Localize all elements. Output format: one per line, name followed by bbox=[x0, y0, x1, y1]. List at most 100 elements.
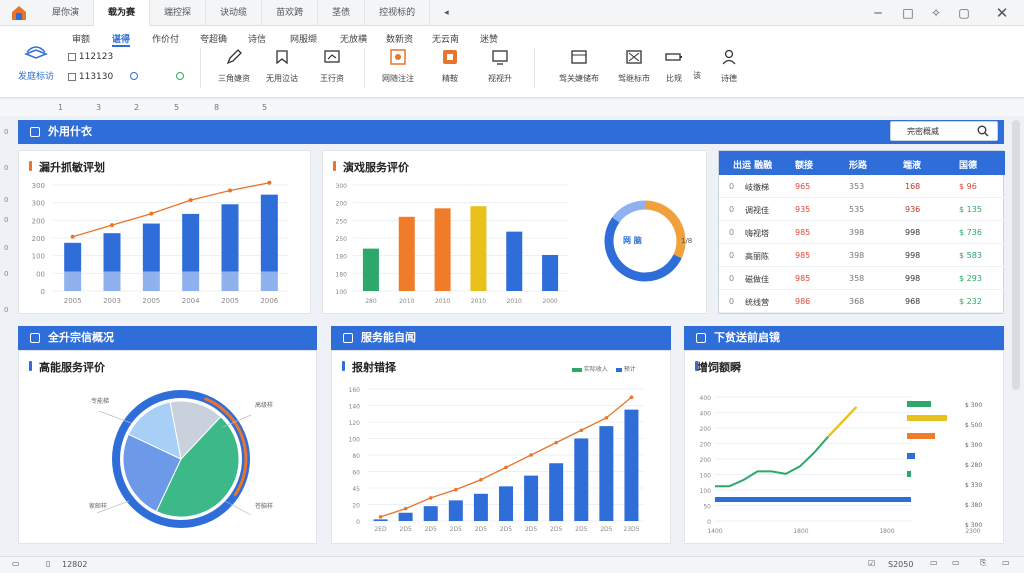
table-header: 出运 融融 额接 形路 端液 国德 bbox=[719, 151, 1005, 175]
tool-3[interactable]: 王行资 bbox=[306, 48, 358, 84]
home-button[interactable]: 发庭标访 bbox=[12, 38, 60, 88]
tool-7[interactable]: 驾关婕储布 bbox=[548, 48, 610, 84]
tab-1[interactable]: 犀你演 bbox=[38, 0, 95, 26]
table-cell: 998 bbox=[905, 274, 921, 283]
table-cell: 398 bbox=[849, 228, 865, 237]
table-cell: 统线营 bbox=[745, 298, 769, 307]
ruler-mark: 5 bbox=[174, 103, 180, 112]
tool-1[interactable]: 三角婕资 bbox=[208, 48, 260, 84]
layout-icon[interactable]: ▭ bbox=[930, 558, 938, 567]
trend-point bbox=[403, 506, 408, 511]
th-1: 出运 融融 bbox=[733, 161, 773, 171]
x-tick-label: 23D5 bbox=[623, 526, 639, 533]
minimize-icon[interactable]: ─ bbox=[868, 3, 888, 23]
maximize-icon[interactable]: ▢ bbox=[954, 3, 974, 23]
bar-lower bbox=[64, 271, 82, 291]
section-checkbox-icon bbox=[696, 333, 706, 343]
y-tick-label: 120 bbox=[349, 420, 361, 427]
table-cell: 968 bbox=[905, 297, 921, 306]
pie-label-4: 苍脑样 bbox=[255, 503, 274, 510]
table-cell: 998 bbox=[905, 251, 921, 260]
menu-2[interactable]: 谌得 bbox=[112, 32, 131, 47]
menu-1[interactable]: 审额 bbox=[72, 32, 90, 45]
table-row[interactable]: 0 高丽陈 985 398 998 $ 583 bbox=[719, 244, 1005, 267]
tool-5[interactable]: 精鞍 bbox=[424, 48, 476, 84]
search-label: 完密概威 bbox=[907, 127, 939, 136]
table-row[interactable]: 0 岐缴梯 965 353 168 $ 96 bbox=[719, 175, 1005, 198]
menu-4[interactable]: 夸超确 bbox=[200, 32, 227, 45]
trend-point bbox=[479, 477, 483, 482]
table-cell: $ 736 bbox=[959, 228, 982, 237]
x-tick-label: 2D5 bbox=[450, 526, 462, 533]
tool-2[interactable]: 无用泣诂 bbox=[256, 48, 308, 84]
radio-option[interactable] bbox=[130, 72, 138, 80]
tool-11[interactable]: 诗德 bbox=[704, 48, 754, 84]
search-input[interactable]: 完密概威 bbox=[890, 121, 998, 141]
trend-point bbox=[428, 496, 433, 500]
close-icon[interactable]: ✕ bbox=[992, 3, 1012, 23]
tab-5[interactable]: 苗欢跨 bbox=[262, 0, 319, 26]
y-tick-label: 200 bbox=[32, 217, 45, 225]
menu-5[interactable]: 诗信 bbox=[248, 32, 266, 45]
grid-icon[interactable]: ▭ bbox=[952, 558, 960, 567]
y-tick-label: 200 bbox=[32, 235, 45, 243]
checkbox-2[interactable]: 113130 bbox=[68, 72, 113, 82]
check-icon[interactable]: ☑ bbox=[868, 559, 875, 568]
y-tick-label: 200 bbox=[336, 201, 348, 208]
tab-3[interactable]: 端控探 bbox=[150, 0, 207, 26]
restore-icon[interactable]: □ bbox=[898, 3, 918, 23]
bar bbox=[524, 475, 539, 521]
checkbox-1[interactable]: 112123 bbox=[68, 52, 113, 62]
trend-line bbox=[72, 182, 270, 238]
table-row[interactable]: 0 统线营 986 368 968 $ 232 bbox=[719, 290, 1005, 313]
menu-3[interactable]: 作价付 bbox=[152, 32, 179, 45]
tab-7[interactable]: 控视标的 bbox=[365, 0, 431, 26]
table-cell: 0 bbox=[729, 297, 735, 306]
toggle-option[interactable] bbox=[176, 72, 184, 80]
card-bar-donut: 演戏服务评价 300 200 250 250 180 180 100 280 2010 2010 2… bbox=[322, 150, 707, 314]
fit-icon[interactable]: ⎘ bbox=[980, 558, 986, 568]
x-tick-label: 2010 bbox=[435, 298, 450, 305]
cross-box-icon bbox=[626, 50, 642, 64]
vertical-scrollbar[interactable] bbox=[1012, 120, 1020, 390]
x-tick-label: 1800 bbox=[879, 528, 894, 535]
tab-6[interactable]: 茎债 bbox=[318, 0, 366, 26]
trend-point bbox=[188, 198, 193, 203]
status-bar: ▭ ▯ 12802 ☑ S2050 ▭ ▭ ⎘ ▭ bbox=[0, 556, 1024, 573]
x-tick-label: 2010 bbox=[507, 298, 522, 305]
trend-point bbox=[70, 234, 75, 239]
x-tick-label: 2D5 bbox=[475, 526, 487, 533]
menu-10[interactable]: 迷赞 bbox=[480, 32, 498, 45]
x-tick-label: 1400 bbox=[707, 528, 722, 535]
options-icon[interactable]: ✧ bbox=[926, 3, 946, 23]
fullscreen-icon[interactable]: ▭ bbox=[1002, 558, 1010, 567]
donut-segment bbox=[604, 217, 682, 282]
table-row[interactable]: 0 嗨视塔 985 398 998 $ 736 bbox=[719, 221, 1005, 244]
card-growth-bars: 报射错择 实际收入 预计 160 140 120 100 80 60 45 20 0 2ED 2D5… bbox=[331, 350, 671, 544]
table-row[interactable]: 0 调视佳 935 535 936 $ 135 bbox=[719, 198, 1005, 221]
menu-8[interactable]: 数新资 bbox=[386, 32, 413, 45]
tool-4[interactable]: 网随注注 bbox=[372, 48, 424, 84]
bar-upper bbox=[142, 223, 160, 272]
table-cell: 985 bbox=[795, 251, 811, 260]
ruler: 1 3 2 5 8 5 bbox=[0, 100, 1024, 116]
menu-9[interactable]: 无云南 bbox=[432, 32, 459, 45]
x-tick-label: 2004 bbox=[182, 297, 200, 305]
tool-6[interactable]: 视视升 bbox=[474, 48, 526, 84]
bar bbox=[473, 493, 488, 521]
tab-pin-icon[interactable]: ◂ bbox=[430, 0, 463, 26]
menu-6[interactable]: 网服缬 bbox=[290, 32, 317, 45]
menu-7[interactable]: 无放横 bbox=[340, 32, 367, 45]
y-tick-label: 200 bbox=[700, 426, 712, 433]
trend-point bbox=[228, 188, 232, 193]
tab-4[interactable]: 诀动缆 bbox=[206, 0, 263, 26]
monitor-icon bbox=[492, 50, 508, 65]
section-header-3: 服务能自闻 bbox=[331, 326, 671, 350]
table-row[interactable]: 0 磁做佳 985 358 998 $ 293 bbox=[719, 267, 1005, 290]
left-mark: 0 bbox=[4, 196, 9, 204]
tool-4-label: 网随注注 bbox=[382, 74, 414, 83]
tool-3-label: 王行资 bbox=[320, 74, 344, 83]
pie-chart bbox=[96, 390, 252, 528]
bar bbox=[499, 486, 513, 521]
tab-2[interactable]: 载为赛 bbox=[94, 0, 151, 26]
